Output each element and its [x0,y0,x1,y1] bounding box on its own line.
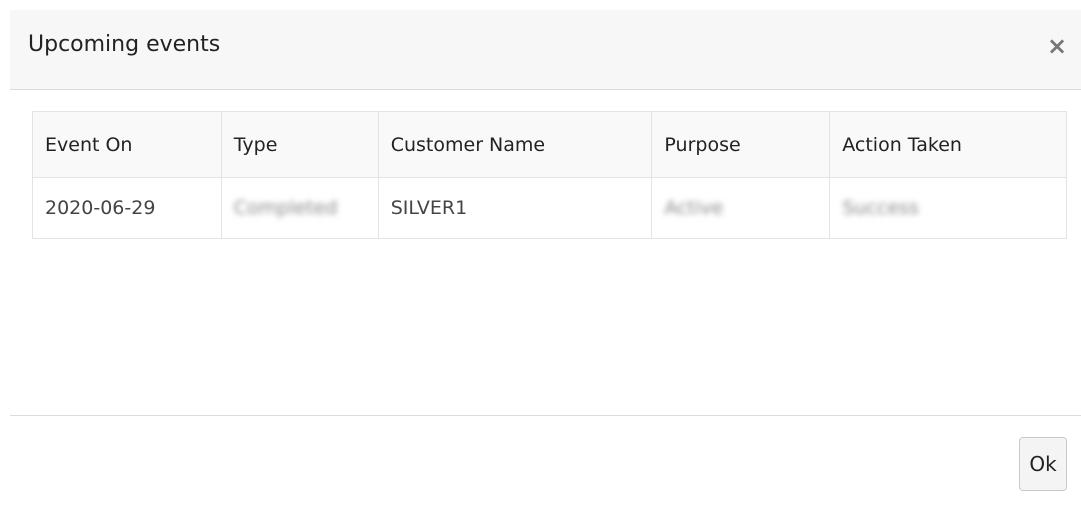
column-header-action-taken: Action Taken [829,111,1067,178]
dialog-header: Upcoming events × [10,10,1081,90]
cell-customer-name: SILVER1 [377,177,653,239]
dialog-footer: Ok [10,415,1081,506]
ok-button[interactable]: Ok [1019,437,1067,491]
cell-type: Completed [220,177,379,239]
cell-action-taken: Success [829,177,1067,239]
upcoming-events-dialog: Upcoming events × Event On Type Customer… [10,10,1081,506]
dialog-title: Upcoming events [28,32,221,57]
cell-event-on: 2020-06-29 [32,177,222,239]
cell-purpose-value: Active [664,197,724,219]
table-row: 2020-06-29 Completed SILVER1 Active Succ… [32,177,1067,239]
events-table-container: Event On Type Customer Name Purpose Acti… [32,111,1067,239]
events-table: Event On Type Customer Name Purpose Acti… [32,111,1067,239]
cell-type-value: Completed [233,197,338,219]
cell-purpose: Active [651,177,831,239]
column-header-customer-name: Customer Name [377,111,653,178]
column-header-purpose: Purpose [651,111,831,178]
close-icon[interactable]: × [1043,32,1071,60]
cell-action-taken-value: Success [842,197,919,219]
column-header-event-on: Event On [32,111,222,178]
column-header-type: Type [220,111,379,178]
table-header-row: Event On Type Customer Name Purpose Acti… [32,111,1067,178]
